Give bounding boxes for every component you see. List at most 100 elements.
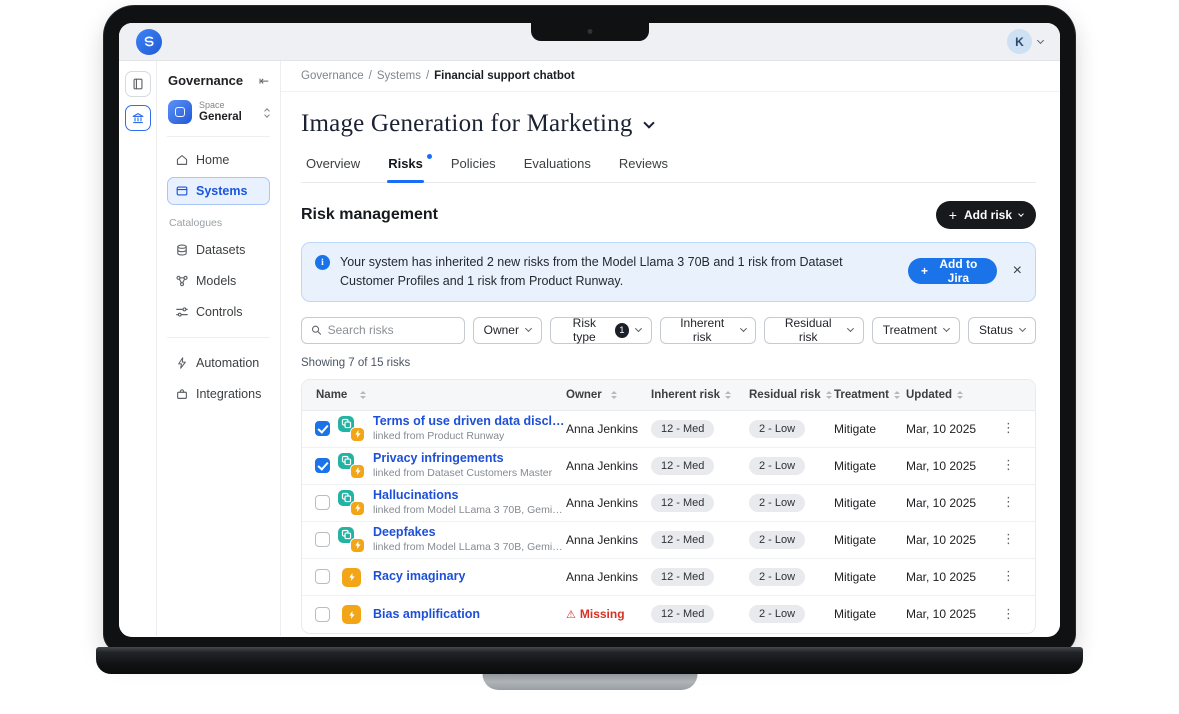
filter-inherent-risk[interactable]: Inherent risk [660,317,757,344]
risk-source-icons [338,490,365,516]
systems-icon [175,184,189,198]
laptop-base [96,647,1083,674]
tab-risks[interactable]: Risks [387,154,424,182]
space-eyebrow: Space [199,100,242,110]
risk-name-cell: Deepfakes linked from Model LLama 3 70B,… [302,525,566,554]
column-header-updated[interactable]: Updated [906,389,997,401]
tab-evaluations[interactable]: Evaluations [523,154,592,182]
title-chevron-down-icon[interactable] [643,117,654,128]
search-input[interactable] [328,323,455,337]
collapse-sidebar-icon[interactable]: ⇤ [259,75,269,87]
tab-reviews[interactable]: Reviews [618,154,669,182]
risk-name-cell: Terms of use driven data disclosure link… [302,414,566,443]
chevron-down-icon [1037,36,1044,43]
row-checkbox[interactable] [315,607,330,622]
chevron-down-icon [943,325,950,332]
risk-name-link[interactable]: Deepfakes [373,525,566,540]
warning-icon: ⚠ [566,609,576,620]
avatar[interactable]: K [1007,29,1032,54]
sort-icon [611,391,617,399]
add-to-jira-button[interactable]: + Add to Jira [908,258,997,284]
space-selector[interactable]: Space General [167,98,270,137]
treatment-value: Mitigate [834,422,906,436]
sidebar-item-integrations[interactable]: Integrations [167,380,270,408]
rail-governance-button[interactable] [125,105,151,131]
residual-risk-badge: 2 - Low [749,457,805,475]
sidebar-item-models[interactable]: Models [167,267,270,295]
close-icon[interactable]: × [1013,263,1022,279]
risk-name-link[interactable]: Terms of use driven data disclosure [373,414,566,429]
tabs: Overview Risks Policies Evaluations Revi… [301,154,1036,183]
row-menu-icon[interactable]: ⋮ [1002,496,1015,509]
risk-source-icons [338,416,365,442]
add-risk-button[interactable]: + Add risk [936,201,1036,229]
risk-name-cell: Hallucinations linked from Model LLama 3… [302,488,566,517]
row-checkbox[interactable] [315,569,330,584]
column-header-treatment[interactable]: Treatment [834,389,906,401]
risk-source-icons [338,527,365,553]
row-checkbox[interactable] [315,458,330,473]
chevron-up-down-icon [265,107,269,117]
column-header-inherent-risk[interactable]: Inherent risk [651,389,749,401]
sort-icon [894,391,900,399]
owner-cell: Anna Jenkins [566,459,651,473]
sidebar-divider [167,337,270,338]
laptop-screen-bezel: K Governanc [104,6,1075,652]
inherent-risk-badge: 12 - Med [651,605,714,623]
owner-name: Anna Jenkins [566,570,638,584]
screen: K Governanc [119,23,1060,637]
risk-linked-from: linked from Model LLama 3 70B, Gemini-mi… [373,504,566,517]
app-logo[interactable] [136,29,162,55]
risk-name-link[interactable]: Racy imaginary [373,569,465,584]
space-icon [168,100,192,124]
row-menu-icon[interactable]: ⋮ [1002,608,1015,621]
tab-overview[interactable]: Overview [305,154,361,182]
row-menu-icon[interactable]: ⋮ [1002,459,1015,472]
book-icon [131,77,145,91]
rail-library-button[interactable] [125,71,151,97]
row-menu-icon[interactable]: ⋮ [1002,533,1015,546]
owner-cell: Anna Jenkins [566,422,651,436]
breadcrumb-separator: / [369,70,372,82]
owner-name: Anna Jenkins [566,422,638,436]
filter-risk-type[interactable]: Risk type 1 [550,317,652,344]
inherited-risks-banner: i Your system has inherited 2 new risks … [301,242,1036,302]
risk-name-link[interactable]: Privacy infringements [373,451,552,466]
filter-status[interactable]: Status [968,317,1036,344]
row-menu-icon[interactable]: ⋮ [1002,422,1015,435]
database-icon [175,243,189,257]
owner-cell: ⚠ Missing [566,607,651,621]
filter-owner[interactable]: Owner [473,317,542,344]
row-menu-icon[interactable]: ⋮ [1002,570,1015,583]
filter-residual-risk[interactable]: Residual risk [764,317,863,344]
table-row: Privacy infringements linked from Datase… [302,448,1035,485]
risk-name-link[interactable]: Bias amplification [373,607,480,622]
home-icon [175,153,189,167]
residual-risk-badge: 2 - Low [749,531,805,549]
risk-table-body: Terms of use driven data disclosure link… [302,411,1035,633]
risk-flash-icon [342,605,361,624]
sidebar-item-controls[interactable]: Controls [167,298,270,326]
sidebar-item-datasets[interactable]: Datasets [167,236,270,264]
tab-policies[interactable]: Policies [450,154,497,182]
updated-value: Mar, 10 2025 [906,607,997,621]
column-header-name[interactable]: Name [302,389,566,401]
row-checkbox[interactable] [315,495,330,510]
column-header-owner[interactable]: Owner [566,389,651,401]
plus-icon: + [949,208,957,222]
risk-name-link[interactable]: Hallucinations [373,488,566,503]
filter-treatment[interactable]: Treatment [872,317,960,344]
account-menu[interactable]: K [1007,29,1043,54]
sidebar-item-automation[interactable]: Automation [167,349,270,377]
sidebar-item-systems[interactable]: Systems [167,177,270,205]
owner-cell: Anna Jenkins [566,533,651,547]
residual-risk-badge: 2 - Low [749,420,805,438]
sidebar-item-home[interactable]: Home [167,146,270,174]
breadcrumb-systems[interactable]: Systems [377,70,421,82]
risk-source-icons [338,453,365,479]
row-checkbox[interactable] [315,532,330,547]
column-header-residual-risk[interactable]: Residual risk [749,389,834,401]
row-checkbox[interactable] [315,421,330,436]
breadcrumb-governance[interactable]: Governance [301,70,364,82]
residual-risk-badge: 2 - Low [749,568,805,586]
